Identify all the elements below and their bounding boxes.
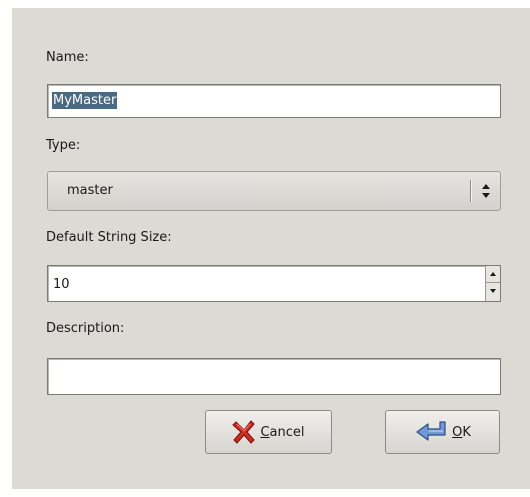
string-size-label: Default String Size: xyxy=(46,230,172,245)
description-label: Description: xyxy=(46,321,125,336)
type-value: master xyxy=(67,183,113,198)
spin-down-icon xyxy=(490,289,496,293)
name-label: Name: xyxy=(46,50,89,65)
string-size-spinbox[interactable]: 10 xyxy=(47,265,501,302)
name-selected-text: MyMaster xyxy=(52,92,118,109)
ok-icon xyxy=(414,420,448,444)
ok-label: OK xyxy=(452,425,471,440)
description-field[interactable] xyxy=(47,358,501,395)
cancel-mnemonic: C xyxy=(260,424,270,440)
name-value: MyMaster xyxy=(52,92,118,109)
combo-separator xyxy=(470,180,472,202)
ok-mnemonic: O xyxy=(452,424,463,440)
type-label: Type: xyxy=(46,138,81,153)
type-combobox[interactable]: master xyxy=(47,171,501,211)
spin-buttons xyxy=(485,266,500,301)
combo-updown-icon xyxy=(482,184,490,198)
create-master-dialog: Name: MyMaster Type: master Default Stri… xyxy=(12,8,530,489)
spin-up-button[interactable] xyxy=(486,266,500,283)
name-field[interactable]: MyMaster xyxy=(47,84,501,118)
spin-up-icon xyxy=(490,272,496,276)
ok-label-rest: K xyxy=(462,424,471,440)
cancel-label: Cancel xyxy=(260,425,304,440)
ok-button[interactable]: OK xyxy=(385,410,500,454)
cancel-icon xyxy=(232,419,256,445)
cancel-button[interactable]: Cancel xyxy=(205,410,332,454)
cancel-label-rest: ancel xyxy=(269,424,305,440)
string-size-value: 10 xyxy=(53,277,70,292)
spin-down-button[interactable] xyxy=(486,283,500,300)
